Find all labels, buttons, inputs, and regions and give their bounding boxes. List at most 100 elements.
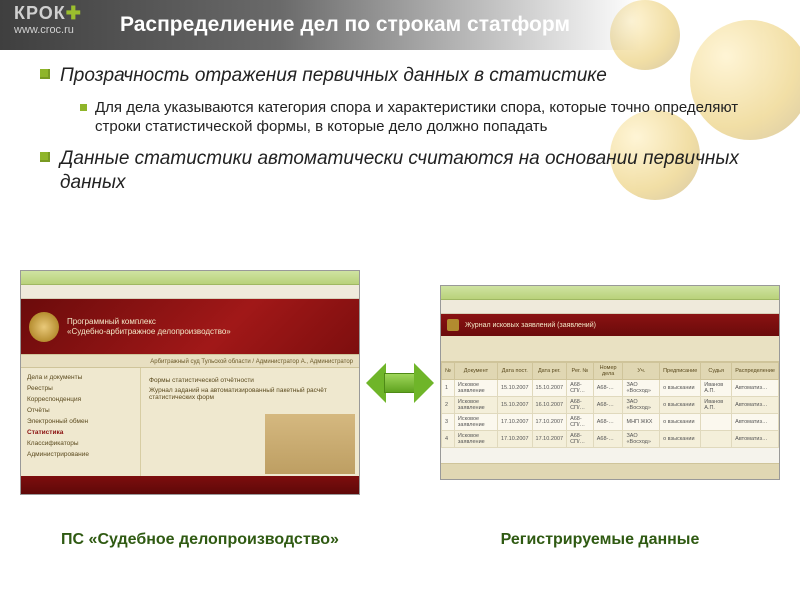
slide-header: Распределиение дел по строкам статформ [0,0,800,50]
screenshot-app-main: Программный комплекс «Судебно-арбитражно… [20,270,360,495]
table-cell [701,414,732,431]
table-cell: ЗАО «Восход» [623,397,660,414]
main-line: Формы статистической отчётности [149,377,351,384]
sidebar-item: Электронный обмен [27,416,134,427]
table-cell: о взыскании [660,380,701,397]
window-toolbar [441,300,779,314]
app-banner: Программный комплекс «Судебно-арбитражно… [21,299,359,354]
table-cell: 15.10.2007 [532,380,567,397]
caption-left: ПС «Судебное делопроизводство» [0,530,400,550]
table-cell: Автоматиз… [732,397,779,414]
lead-text: Данные статистики автоматически считаютс… [60,147,772,195]
window-toolbar [21,285,359,299]
table-header-cell: № [442,363,455,380]
table-header-cell: Распределение [732,363,779,380]
table-header-cell: Дата рег. [532,363,567,380]
sidebar-item: Отчёты [27,405,134,416]
table-row: 1Исковое заявление15.10.200715.10.2007А6… [442,380,779,397]
sidebar-item: Дела и документы [27,372,134,383]
table-cell: 17.10.2007 [532,414,567,431]
table-cell: ЗАО «Восход» [623,431,660,448]
sub-bullet-item: Для дела указываются категория спора и х… [80,98,772,137]
table-row: 4Исковое заявление17.10.200717.10.2007А6… [442,431,779,448]
lead-text: Прозрачность отражения первичных данных … [60,64,607,88]
table-cell: Исковое заявление [454,414,497,431]
table-row: 3Исковое заявление17.10.200717.10.2007А6… [442,414,779,431]
table-cell: Иванов А.П. [701,380,732,397]
table-header-cell: Дата пост. [498,363,533,380]
table-cell: Исковое заявление [454,431,497,448]
double-arrow-icon [365,360,435,406]
decorative-photo [265,414,355,474]
table-header-cell: Судья [701,363,732,380]
table-cell: А68-… [593,414,623,431]
journal-header: Журнал исковых заявлений (заявлений) [441,314,779,336]
brand-url: www.croc.ru [14,24,82,36]
table-cell: 15.10.2007 [498,397,533,414]
table-cell: о взыскании [660,414,701,431]
table-cell: 2 [442,397,455,414]
table-header-cell: Уч. [623,363,660,380]
sub-text: Для дела указываются категория спора и х… [95,98,772,137]
slide-title: Распределиение дел по строкам статформ [120,13,570,37]
window-titlebar [21,271,359,285]
table-cell: Автоматиз… [732,431,779,448]
table-cell: Автоматиз… [732,414,779,431]
table-header-cell: Документ [454,363,497,380]
table-cell: А68-СП/… [567,431,594,448]
bullet-item: Данные статистики автоматически считаютс… [40,147,772,195]
table-cell: А68-СП/… [567,380,594,397]
table-header-cell: Рег. № [567,363,594,380]
brand-accent-icon: ✚ [66,3,82,23]
banner-line1: Программный комплекс [67,317,231,327]
table-cell: 1 [442,380,455,397]
sidebar-item: Корреспонденция [27,394,134,405]
table-cell: 17.10.2007 [498,431,533,448]
sidebar-item: Реестры [27,383,134,394]
brand-logo: КРОК✚ www.croc.ru [14,4,82,36]
sidebar: Дела и документыРеестрыКорреспонденцияОт… [21,368,141,476]
home-icon [447,319,459,331]
table-cell: А68-… [593,431,623,448]
table-cell: 15.10.2007 [498,380,533,397]
banner-line2: «Судебно-арбитражное делопроизводство» [67,327,231,337]
table-cell: Исковое заявление [454,397,497,414]
table-header-cell: Номер дела [593,363,623,380]
sidebar-item: Классификаторы [27,438,134,449]
table-cell: А68-СП/… [567,414,594,431]
brand-name: КРОК [14,3,66,23]
filter-bar [441,336,779,362]
main-panel: Формы статистической отчётности Журнал з… [141,368,359,476]
slide-content: Прозрачность отражения первичных данных … [0,50,800,194]
table-cell: о взыскании [660,397,701,414]
sidebar-item: Администрирование [27,449,134,460]
caption-right: Регистрируемые данные [400,530,800,550]
table-cell: МНП ЖКХ [623,414,660,431]
table-cell: ЗАО «Восход» [623,380,660,397]
table-cell: Автоматиз… [732,380,779,397]
square-bullet-icon [40,152,50,162]
table-cell [701,431,732,448]
emblem-icon [29,312,59,342]
app-footer [21,476,359,495]
screenshot-app-journal: Журнал исковых заявлений (заявлений) №До… [440,285,780,480]
bullet-item: Прозрачность отражения первичных данных … [40,64,772,137]
table-cell: 4 [442,431,455,448]
window-titlebar [441,286,779,300]
table-cell: Иванов А.П. [701,397,732,414]
table-row: 2Исковое заявление15.10.200716.10.2007А6… [442,397,779,414]
square-bullet-icon [40,69,50,79]
small-square-bullet-icon [80,104,87,111]
table-header-cell: Предписание [660,363,701,380]
breadcrumb: Арбитражный суд Тульской области / Админ… [21,354,359,368]
status-bar [441,463,779,479]
table-cell: А68-… [593,380,623,397]
table-cell: А68-… [593,397,623,414]
table-cell: 3 [442,414,455,431]
table-cell: Исковое заявление [454,380,497,397]
table-cell: 17.10.2007 [498,414,533,431]
table-cell: 17.10.2007 [532,431,567,448]
table-cell: о взыскании [660,431,701,448]
journal-table: №ДокументДата пост.Дата рег.Рег. №Номер … [441,362,779,448]
sidebar-item: Статистика [27,427,134,438]
